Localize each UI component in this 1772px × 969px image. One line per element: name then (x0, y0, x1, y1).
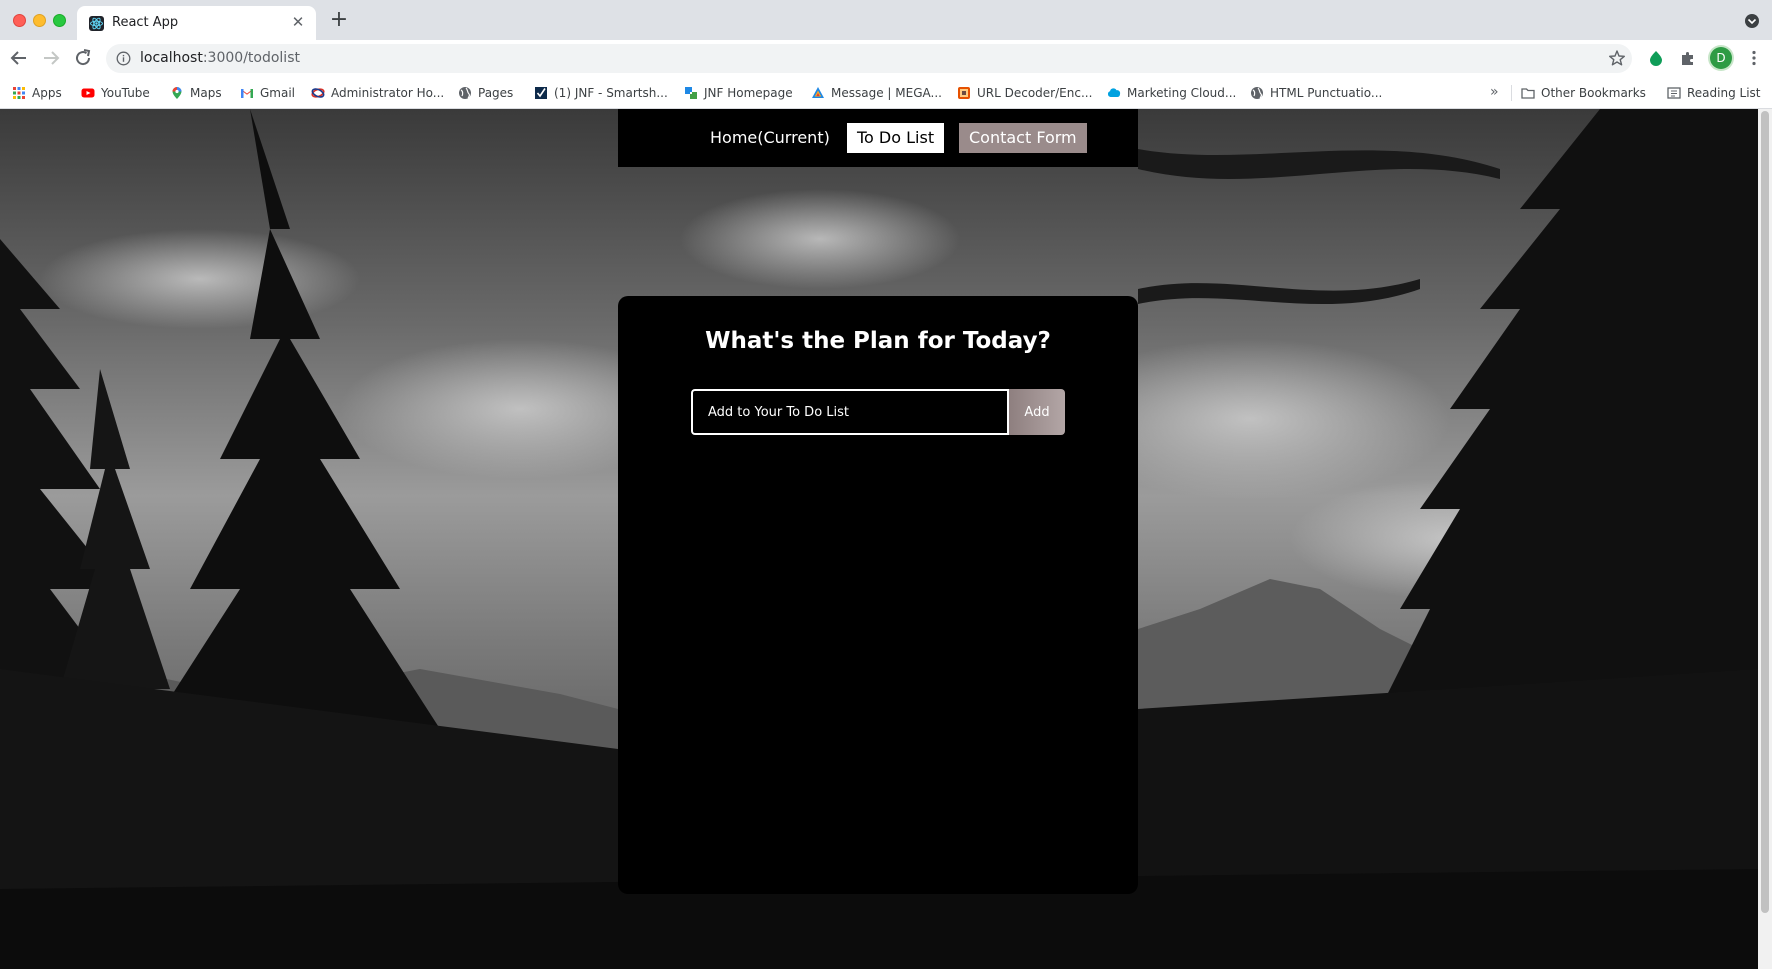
smartsheet-icon (535, 87, 547, 99)
bookmark-label: Administrator Ho... (331, 86, 445, 100)
jnf-icon (685, 87, 697, 99)
new-tab-icon[interactable]: + (327, 9, 351, 33)
bookmark-jnf-homepage[interactable]: JNF Homepage (684, 83, 793, 103)
more-bookmarks-chevron-icon[interactable]: » (1490, 84, 1499, 100)
address-bar[interactable]: localhost:3000/todolist (106, 44, 1632, 73)
bookmark-maps[interactable]: Maps (170, 83, 222, 103)
todo-title: What's the Plan for Today? (705, 328, 1051, 354)
page-scrollbar[interactable] (1758, 109, 1772, 969)
bookmark-other-folder[interactable]: Other Bookmarks (1521, 83, 1646, 103)
profile-avatar[interactable]: D (1710, 47, 1732, 69)
tab-title: React App (112, 15, 179, 30)
extensions-puzzle-icon[interactable] (1680, 50, 1696, 66)
globe-icon (1251, 87, 1263, 99)
bookmark-gmail[interactable]: Gmail (240, 83, 295, 103)
bookmark-html-punctuation[interactable]: HTML Punctuatio... (1250, 83, 1382, 103)
gmail-icon (241, 89, 253, 98)
bookmark-label: Other Bookmarks (1541, 86, 1646, 100)
browser-tabstrip: React App ✕ + (0, 0, 1772, 40)
bookmark-label: Maps (190, 86, 222, 100)
maximize-window-icon[interactable] (53, 14, 66, 27)
bookmark-url-decoder[interactable]: URL Decoder/Enc... (957, 83, 1092, 103)
nav-home-link[interactable]: Home(Current) (700, 123, 840, 153)
bookmark-label: Pages (478, 86, 514, 100)
bookmark-label: Apps (32, 86, 62, 100)
bookmarks-bar: Apps YouTube Maps Gmail Administrator Ho… (0, 76, 1772, 109)
url-path: :3000/todolist (202, 50, 300, 66)
react-logo-icon (89, 16, 104, 31)
mega-icon (812, 87, 824, 98)
bookmark-label: URL Decoder/Enc... (977, 86, 1093, 100)
reload-icon[interactable] (71, 46, 95, 70)
scrollbar-thumb[interactable] (1761, 111, 1769, 913)
app-navbar: Home(Current) To Do List Contact Form (618, 109, 1138, 167)
reading-list-icon (1667, 87, 1681, 99)
youtube-icon (81, 88, 95, 98)
globe-icon (459, 87, 471, 99)
browser-toolbar: localhost:3000/todolist D (0, 40, 1772, 76)
back-arrow-icon[interactable] (7, 46, 31, 70)
reading-list-button[interactable]: Reading List (1667, 83, 1761, 103)
close-tab-icon[interactable]: ✕ (288, 12, 308, 32)
bookmark-label: Gmail (260, 86, 296, 100)
todo-input[interactable] (691, 389, 1009, 435)
bookmark-apps[interactable]: Apps (12, 83, 62, 103)
bookmark-administrator[interactable]: Administrator Ho... (311, 83, 444, 103)
apps-grid-icon (13, 87, 25, 99)
folder-icon (1521, 88, 1535, 99)
site-info-icon[interactable] (116, 51, 131, 66)
bookmark-label: YouTube (101, 86, 150, 100)
bookmark-label: Reading List (1687, 86, 1761, 100)
todo-card: What's the Plan for Today? Add (618, 296, 1138, 894)
add-todo-button[interactable]: Add (1009, 389, 1065, 435)
page-viewport: Home(Current) To Do List Contact Form Wh… (0, 109, 1758, 969)
nav-todo-link[interactable]: To Do List (847, 123, 945, 153)
decoder-icon (958, 87, 970, 99)
bookmarks-divider (1511, 85, 1512, 101)
nav-contact-link[interactable]: Contact Form (959, 123, 1087, 153)
admin-icon (311, 88, 325, 98)
todo-form: Add (691, 389, 1065, 435)
bookmark-label: JNF Homepage (704, 86, 793, 100)
bookmark-youtube[interactable]: YouTube (81, 83, 150, 103)
url-text: localhost:3000/todolist (140, 50, 300, 66)
bookmark-label: (1) JNF - Smartsh... (554, 86, 668, 100)
bookmark-star-icon[interactable] (1608, 49, 1626, 67)
close-window-icon[interactable] (13, 14, 26, 27)
bookmark-pages[interactable]: Pages (458, 83, 513, 103)
bookmark-label: Marketing Cloud... (1127, 86, 1237, 100)
browser-menu-icon[interactable] (1745, 49, 1763, 67)
minimize-window-icon[interactable] (33, 14, 46, 27)
url-host: localhost (140, 50, 203, 66)
extension-drop-icon[interactable] (1648, 50, 1664, 66)
tab-search-chevron-icon[interactable] (1744, 13, 1760, 29)
bookmark-label: HTML Punctuatio... (1270, 86, 1383, 100)
bookmark-marketing-cloud[interactable]: Marketing Cloud... (1107, 83, 1236, 103)
maps-pin-icon (172, 87, 182, 99)
bookmark-label: Message | MEGA... (831, 86, 942, 100)
forward-arrow-icon[interactable] (39, 46, 63, 70)
bookmark-mega[interactable]: Message | MEGA... (811, 83, 942, 103)
browser-tab[interactable]: React App ✕ (77, 6, 316, 40)
bookmark-smartsheet[interactable]: (1) JNF - Smartsh... (534, 83, 668, 103)
salesforce-cloud-icon (1107, 88, 1121, 97)
